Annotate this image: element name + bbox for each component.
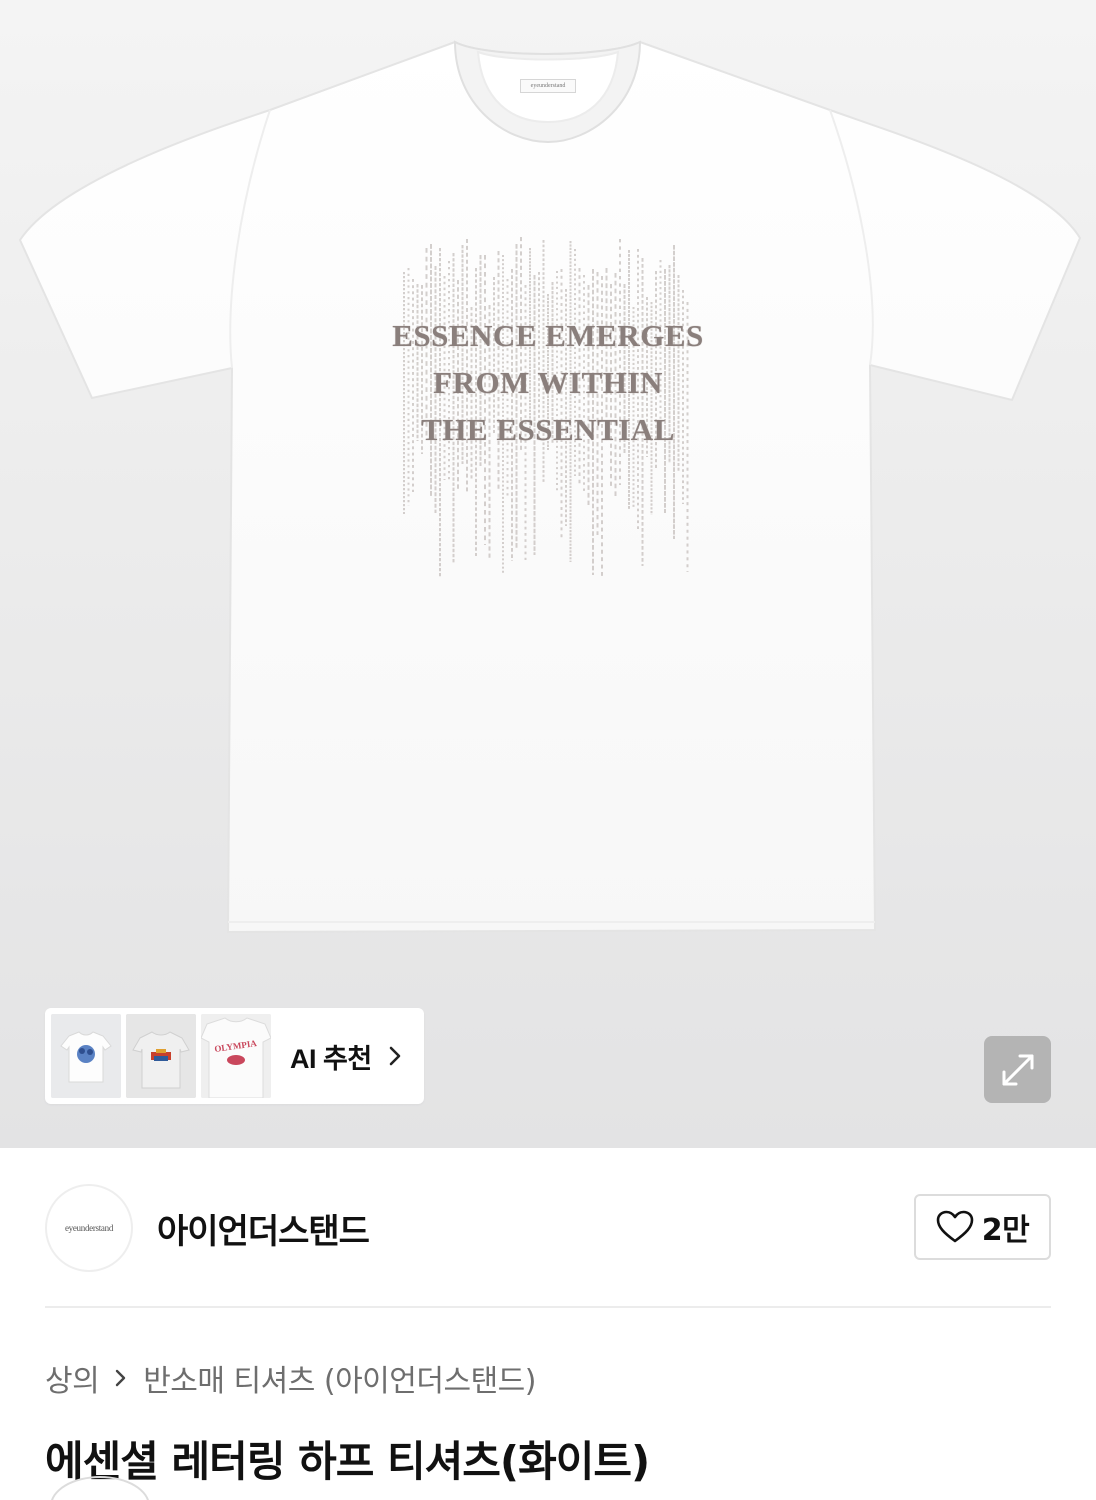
like-button[interactable]: 2만 bbox=[914, 1194, 1051, 1260]
red-graphic-tee-thumbnail[interactable] bbox=[126, 1014, 196, 1098]
neck-label: eyeunderstand bbox=[520, 79, 576, 93]
like-count: 2만 bbox=[981, 1213, 1030, 1248]
blue-graphic-tee-thumbnail[interactable] bbox=[51, 1014, 121, 1098]
shirt-print-text: ESSENCE EMERGES FROM WITHIN THE ESSENTIA… bbox=[0, 312, 1096, 453]
chevron-right-icon bbox=[116, 1369, 126, 1387]
ai-recommend-label[interactable]: AI 추천 bbox=[290, 1037, 372, 1076]
divider bbox=[45, 1306, 1051, 1308]
product-title: 에센셜 레터링 하프 티셔츠(화이트) bbox=[45, 1437, 650, 1486]
t-shirt-image bbox=[18, 40, 1082, 934]
expand-icon bbox=[1002, 1054, 1033, 1085]
heart-icon bbox=[936, 1210, 974, 1243]
brand-name[interactable]: 아이언더스탠드 bbox=[157, 1204, 370, 1253]
chevron-right-icon bbox=[389, 1046, 400, 1066]
breadcrumb-item-category[interactable]: 반소매 티셔츠 (아이언더스탠드) bbox=[143, 1356, 536, 1400]
olympia-tee-thumbnail[interactable]: OLYMPIA bbox=[201, 1014, 271, 1098]
brand-avatar-text: eyeunderstand bbox=[64, 1223, 114, 1233]
print-line: FROM WITHIN bbox=[433, 365, 663, 400]
print-line: THE ESSENTIAL bbox=[421, 412, 675, 447]
breadcrumb-item-top[interactable]: 상의 bbox=[45, 1356, 100, 1400]
product-image-area[interactable]: eyeunderstand ESSENCE EMERGES FROM WITHI… bbox=[0, 0, 1096, 1148]
ai-recommend-button[interactable]: OLYMPIA AI 추천 bbox=[45, 1008, 424, 1104]
breadcrumb: 상의 반소매 티셔츠 (아이언더스탠드) bbox=[45, 1356, 536, 1400]
print-line: ESSENCE EMERGES bbox=[392, 318, 704, 353]
brand-row: eyeunderstand 아이언더스탠드 2만 bbox=[45, 1184, 1051, 1272]
expand-image-button[interactable] bbox=[984, 1036, 1051, 1103]
brand-avatar[interactable]: eyeunderstand bbox=[45, 1184, 133, 1272]
